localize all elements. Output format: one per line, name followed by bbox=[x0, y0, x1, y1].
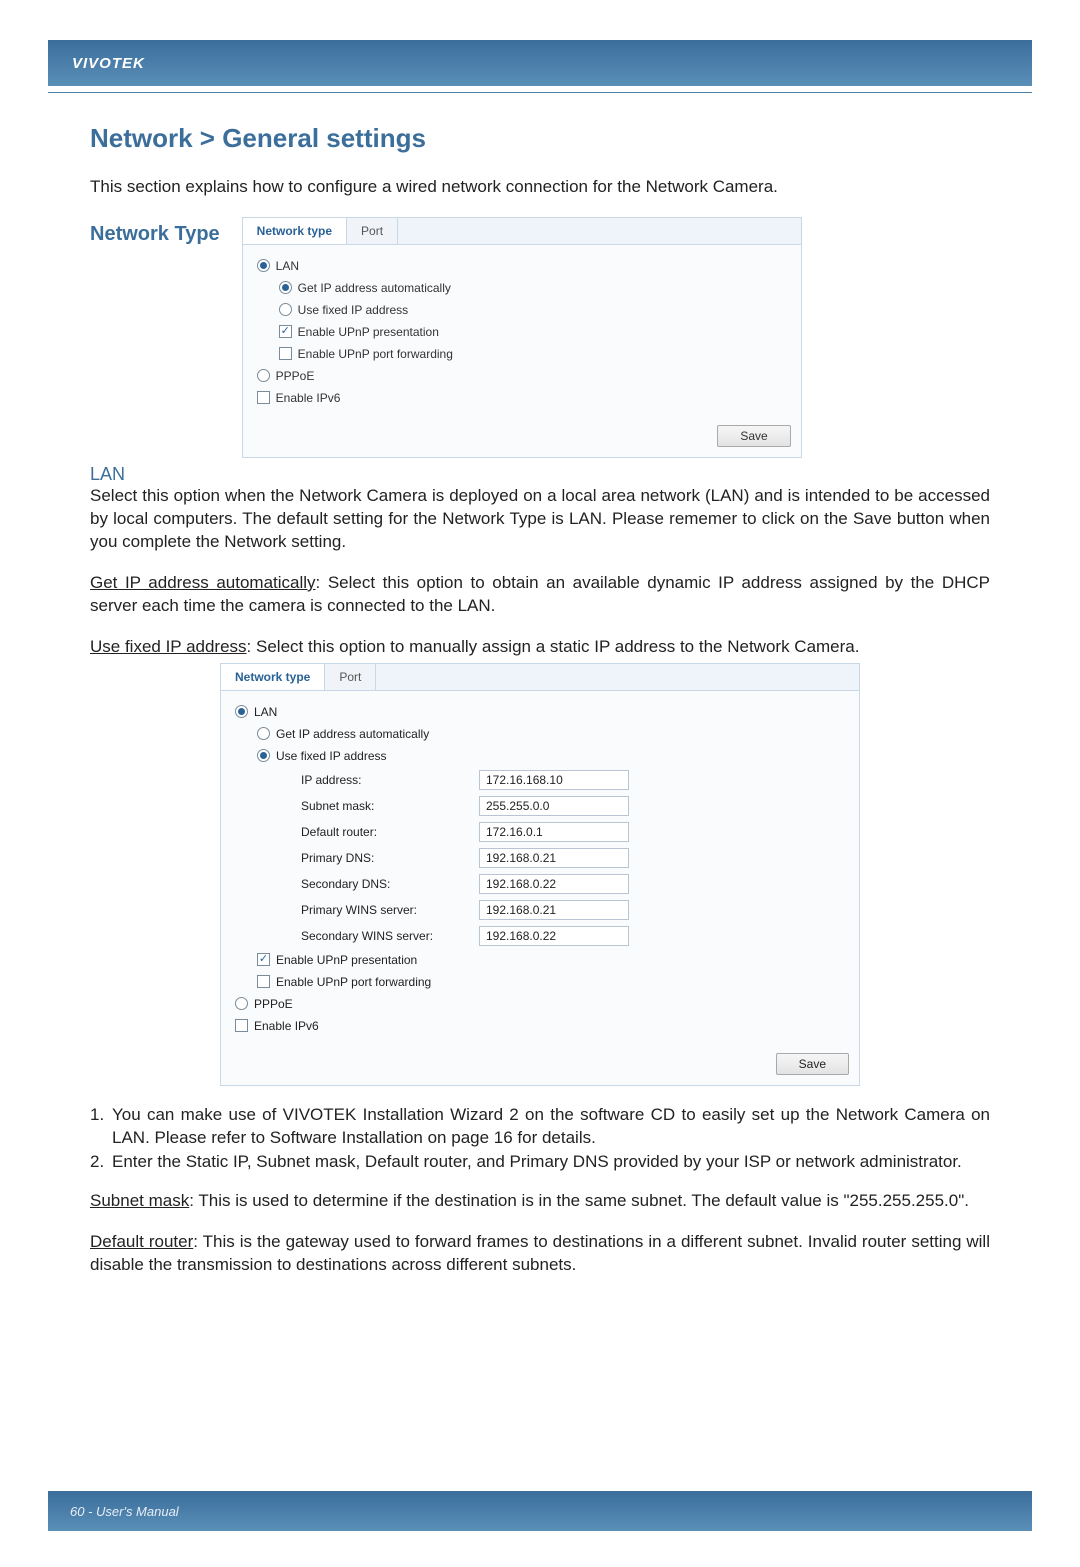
checkbox-enable-ipv6[interactable] bbox=[257, 391, 270, 404]
list-num-1: 1. bbox=[90, 1104, 112, 1150]
checkbox-enable-ipv6-2[interactable] bbox=[235, 1019, 248, 1032]
radio-lan-2[interactable] bbox=[235, 705, 248, 718]
tab-port[interactable]: Port bbox=[347, 218, 398, 244]
label-get-ip-auto: Get IP address automatically bbox=[298, 281, 451, 295]
list-text-1: You can make use of VIVOTEK Installation… bbox=[112, 1104, 990, 1150]
page-footer: 60 - User's Manual bbox=[48, 1491, 1032, 1531]
secondary-dns-input[interactable]: 192.168.0.22 bbox=[479, 874, 629, 894]
subnet-mask-paragraph: Subnet mask: This is used to determine i… bbox=[90, 1190, 990, 1213]
radio-get-ip-auto-2[interactable] bbox=[257, 727, 270, 740]
label-use-fixed-ip: Use fixed IP address bbox=[298, 303, 409, 317]
primary-wins-label: Primary WINS server: bbox=[301, 903, 461, 917]
checkbox-upnp-port-forwarding[interactable] bbox=[279, 347, 292, 360]
label-upnp-port-forwarding-2: Enable UPnP port forwarding bbox=[276, 975, 431, 989]
save-button[interactable]: Save bbox=[717, 425, 790, 447]
tabs: Network type Port bbox=[243, 218, 801, 245]
network-type-panel-1: Network type Port LAN Get IP address aut… bbox=[242, 217, 802, 458]
subnet-mask-rest: : This is used to determine if the desti… bbox=[189, 1191, 969, 1210]
primary-dns-input[interactable]: 192.168.0.21 bbox=[479, 848, 629, 868]
subnet-mask-label: Subnet mask: bbox=[301, 799, 461, 813]
footer-text: 60 - User's Manual bbox=[70, 1504, 179, 1519]
radio-pppoe[interactable] bbox=[257, 369, 270, 382]
default-router-rest: : This is the gateway used to forward fr… bbox=[90, 1232, 990, 1274]
page-header: VIVOTEK bbox=[48, 40, 1032, 86]
label-pppoe-2: PPPoE bbox=[254, 997, 293, 1011]
page-title: Network > General settings bbox=[90, 123, 990, 154]
network-type-panel-2: Network type Port LAN Get IP address aut… bbox=[220, 663, 860, 1086]
tab-port-2[interactable]: Port bbox=[325, 664, 376, 690]
get-ip-auto-underline: Get IP address automatically bbox=[90, 573, 316, 592]
radio-get-ip-auto[interactable] bbox=[279, 281, 292, 294]
secondary-wins-input[interactable]: 192.168.0.22 bbox=[479, 926, 629, 946]
label-use-fixed-ip-2: Use fixed IP address bbox=[276, 749, 387, 763]
list-num-2: 2. bbox=[90, 1151, 112, 1174]
default-router-paragraph: Default router: This is the gateway used… bbox=[90, 1231, 990, 1277]
tabs-2: Network type Port bbox=[221, 664, 859, 691]
radio-lan[interactable] bbox=[257, 259, 270, 272]
ip-address-input[interactable]: 172.16.168.10 bbox=[479, 770, 629, 790]
label-get-ip-auto-2: Get IP address automatically bbox=[276, 727, 429, 741]
label-upnp-port-forwarding: Enable UPnP port forwarding bbox=[298, 347, 453, 361]
label-lan: LAN bbox=[276, 259, 299, 273]
default-router-underline: Default router bbox=[90, 1232, 193, 1251]
intro-paragraph: This section explains how to configure a… bbox=[90, 176, 990, 199]
label-upnp-presentation: Enable UPnP presentation bbox=[298, 325, 439, 339]
use-fixed-underline: Use fixed IP address bbox=[90, 637, 247, 656]
secondary-wins-label: Secondary WINS server: bbox=[301, 929, 461, 943]
list-text-2: Enter the Static IP, Subnet mask, Defaul… bbox=[112, 1151, 990, 1174]
checkbox-upnp-presentation[interactable] bbox=[279, 325, 292, 338]
subnet-mask-underline: Subnet mask bbox=[90, 1191, 189, 1210]
use-fixed-rest: : Select this option to manually assign … bbox=[247, 637, 860, 656]
checkbox-upnp-port-forwarding-2[interactable] bbox=[257, 975, 270, 988]
default-router-input[interactable]: 172.16.0.1 bbox=[479, 822, 629, 842]
label-pppoe: PPPoE bbox=[276, 369, 315, 383]
lan-heading: LAN bbox=[90, 464, 990, 485]
subnet-mask-input[interactable]: 255.255.0.0 bbox=[479, 796, 629, 816]
network-type-heading: Network Type bbox=[90, 217, 220, 246]
radio-use-fixed-ip-2[interactable] bbox=[257, 749, 270, 762]
radio-use-fixed-ip[interactable] bbox=[279, 303, 292, 316]
get-ip-auto-paragraph: Get IP address automatically: Select thi… bbox=[90, 572, 990, 618]
tab-network-type-2[interactable]: Network type bbox=[221, 664, 325, 690]
ip-address-label: IP address: bbox=[301, 773, 461, 787]
secondary-dns-label: Secondary DNS: bbox=[301, 877, 461, 891]
primary-wins-input[interactable]: 192.168.0.21 bbox=[479, 900, 629, 920]
radio-pppoe-2[interactable] bbox=[235, 997, 248, 1010]
label-lan-2: LAN bbox=[254, 705, 277, 719]
lan-paragraph: Select this option when the Network Came… bbox=[90, 485, 990, 554]
numbered-list: 1.You can make use of VIVOTEK Installati… bbox=[90, 1104, 990, 1175]
label-enable-ipv6-2: Enable IPv6 bbox=[254, 1019, 319, 1033]
save-button-2[interactable]: Save bbox=[776, 1053, 849, 1075]
label-upnp-presentation-2: Enable UPnP presentation bbox=[276, 953, 417, 967]
checkbox-upnp-presentation-2[interactable] bbox=[257, 953, 270, 966]
use-fixed-paragraph: Use fixed IP address: Select this option… bbox=[90, 636, 990, 659]
brand-text: VIVOTEK bbox=[72, 55, 145, 72]
label-enable-ipv6: Enable IPv6 bbox=[276, 391, 341, 405]
tab-network-type[interactable]: Network type bbox=[243, 218, 347, 244]
primary-dns-label: Primary DNS: bbox=[301, 851, 461, 865]
default-router-label: Default router: bbox=[301, 825, 461, 839]
